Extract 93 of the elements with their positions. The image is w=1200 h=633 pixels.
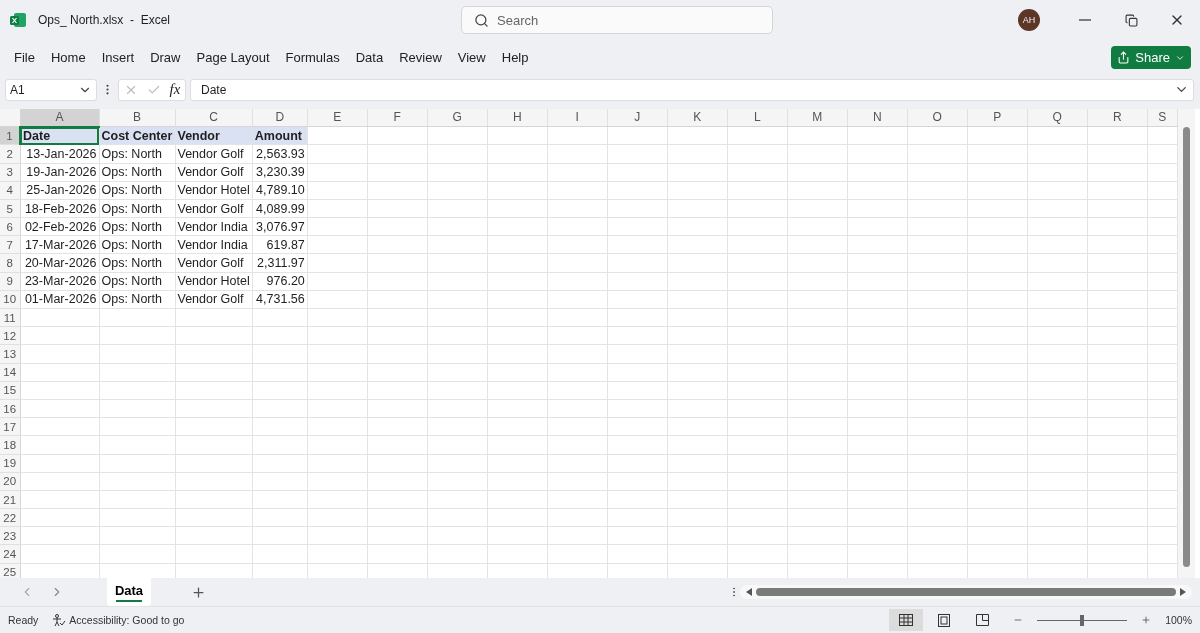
column-header[interactable]: O (907, 108, 968, 127)
menu-tab[interactable]: Insert (93, 43, 143, 72)
menu-tab[interactable]: Formulas (277, 43, 348, 72)
column-header[interactable]: J (607, 108, 668, 127)
share-icon (1117, 51, 1131, 65)
table-cell: Vendor Golf (175, 163, 253, 182)
column-header[interactable]: M (787, 108, 848, 127)
table-cell: 2,311.97 (252, 253, 308, 273)
table-cell: 20-Mar-2026 (20, 253, 99, 273)
scroll-left-icon[interactable] (746, 588, 752, 597)
page-icon (938, 613, 951, 627)
menu-tab[interactable]: Page Layout (188, 43, 278, 72)
table-cell: 17-Mar-2026 (20, 235, 99, 254)
table-cell: Vendor India (175, 217, 253, 236)
status-text: Ready (8, 614, 39, 627)
table-cell: 619.87 (252, 235, 308, 254)
table-cell: Ops: North (99, 253, 175, 273)
column-header[interactable]: I (547, 108, 608, 127)
restore-icon (1124, 13, 1138, 27)
table-cell: Ops: North (99, 181, 175, 200)
grid-icon (899, 614, 914, 627)
plus-icon (191, 584, 206, 600)
table-cell: Vendor Golf (175, 144, 253, 164)
window-title: Ops_ North.xlsx - Excel (38, 13, 172, 27)
menu-tab[interactable]: Review (391, 43, 450, 72)
column-header[interactable]: G (427, 108, 488, 127)
table-cell: 13-Jan-2026 (20, 144, 99, 164)
table-cell: Ops: North (99, 272, 175, 291)
page-break-icon (975, 614, 989, 627)
column-header[interactable]: D (252, 108, 308, 127)
sheet-tab[interactable]: Data (107, 578, 151, 607)
menu-tab[interactable]: Draw (142, 43, 189, 72)
column-header[interactable]: E (307, 108, 368, 127)
table-cell: 976.20 (252, 272, 308, 291)
table-cell: Vendor Golf (175, 199, 253, 218)
formula-field[interactable]: Date (190, 78, 1194, 101)
search-field[interactable]: Search (461, 6, 773, 34)
column-header[interactable]: A (20, 108, 99, 127)
menu-tab[interactable]: Data (347, 43, 392, 72)
table-cell: 01-Mar-2026 (20, 290, 99, 309)
table-cell: 23-Mar-2026 (20, 272, 99, 291)
column-header[interactable]: B (99, 108, 175, 127)
table-cell: 3,076.97 (252, 217, 308, 236)
table-cell: 4,089.99 (252, 199, 308, 218)
accessibility-icon (52, 613, 67, 627)
horizontal-scrollbar[interactable] (740, 585, 1192, 600)
column-header[interactable]: P (967, 108, 1028, 127)
column-header[interactable]: K (667, 108, 728, 127)
table-cell: Vendor India (175, 235, 253, 254)
user-avatar[interactable]: AH (1018, 9, 1040, 31)
zoom-reading: 100% (1165, 614, 1192, 627)
zoom-thumb[interactable] (1080, 614, 1085, 626)
table-cell: Vendor Golf (175, 253, 253, 273)
column-header[interactable]: S (1147, 108, 1178, 127)
table-cell: Vendor Golf (175, 290, 253, 309)
table-cell: Vendor Hotel (175, 181, 253, 200)
column-header[interactable]: F (367, 108, 428, 127)
view-button[interactable] (889, 609, 924, 632)
scroll-right-icon[interactable] (1180, 588, 1186, 597)
search-icon (474, 12, 489, 28)
table-cell: 18-Feb-2026 (20, 199, 99, 218)
table-cell: Ops: North (99, 217, 175, 236)
add-sheet-button[interactable] (191, 584, 206, 600)
table-cell: 3,230.39 (252, 163, 308, 182)
table-cell: Ops: North (99, 163, 175, 182)
name-box[interactable]: A1 (5, 78, 97, 101)
column-header[interactable]: L (727, 108, 788, 127)
table-cell: 02-Feb-2026 (20, 217, 99, 236)
table-cell: Ops: North (99, 235, 175, 254)
column-header[interactable]: N (847, 108, 908, 127)
column-header[interactable]: R (1087, 108, 1148, 127)
excel-logo-icon (10, 12, 26, 28)
zoom-in-icon[interactable] (1141, 615, 1152, 626)
menu-tab[interactable]: Home (42, 43, 94, 72)
column-header[interactable]: Q (1027, 108, 1088, 127)
accessibility-status[interactable]: Accessibility: Good to go (52, 613, 185, 627)
menu-tab[interactable]: File (6, 43, 43, 72)
table-cell: Vendor Hotel (175, 272, 253, 291)
minimize-icon (1079, 19, 1091, 21)
column-header[interactable]: C (175, 108, 253, 127)
table-cell: Ops: North (99, 144, 175, 164)
menu-tab[interactable]: Help (493, 43, 537, 72)
menu-tab[interactable]: View (449, 43, 494, 72)
share-button[interactable]: Share (1111, 46, 1191, 70)
table-cell: Ops: North (99, 199, 175, 218)
table-cell: 4,789.10 (252, 181, 308, 200)
table-cell: 19-Jan-2026 (20, 163, 99, 182)
table-cell: Ops: North (99, 290, 175, 309)
table-cell: 25-Jan-2026 (20, 181, 99, 200)
column-header[interactable]: H (487, 108, 548, 127)
insert-function-button[interactable]: fx (169, 81, 181, 99)
table-cell: 4,731.56 (252, 290, 308, 309)
table-cell: 2,563.93 (252, 144, 308, 164)
